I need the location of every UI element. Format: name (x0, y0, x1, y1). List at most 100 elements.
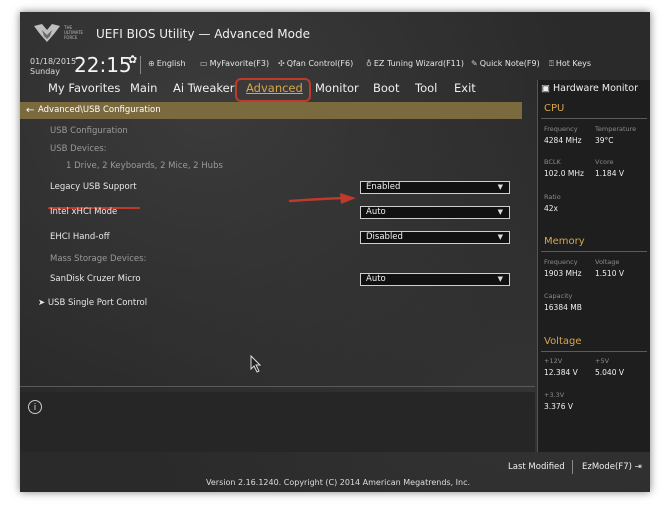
voltage-12v-label: +12V (544, 357, 563, 365)
breadcrumb-label: Advanced\USB Configuration (38, 105, 161, 115)
version-text: Version 2.16.1240. Copyright (C) 2014 Am… (206, 478, 471, 487)
ehci-handoff-value: Disabled (366, 232, 403, 242)
cpu-vcore-value: 1.184 V (595, 169, 624, 178)
voltage-5v-value: 5.040 V (595, 368, 624, 377)
tab-my-favorites[interactable]: My Favorites (48, 81, 120, 95)
date-display: 01/18/2015 Sunday (30, 57, 76, 77)
voltage-3v3-value: 3.376 V (544, 402, 573, 411)
ezmode-label: EzMode(F7) (582, 462, 632, 472)
memory-capacity-value: 16384 MB (544, 303, 582, 312)
note-icon: ✎ (471, 59, 478, 68)
cpu-ratio-value: 42x (544, 204, 558, 213)
separator (140, 56, 141, 74)
weekday: Sunday (30, 67, 60, 76)
info-icon: i (28, 400, 42, 414)
quick-note-button[interactable]: ✎ Quick Note(F9) (471, 59, 540, 68)
intel-xhci-mode-select[interactable]: Auto ▼ (360, 206, 510, 219)
tab-main[interactable]: Main (130, 81, 157, 95)
date: 01/18/2015 (30, 57, 77, 66)
fan-icon: ✣ (278, 59, 285, 68)
ehci-handoff-label[interactable]: EHCI Hand-off (50, 232, 110, 242)
breadcrumb[interactable]: ← Advanced\USB Configuration (20, 102, 522, 119)
tab-tool[interactable]: Tool (415, 81, 437, 95)
qfan-control-button[interactable]: ✣ Qfan Control(F6) (278, 59, 353, 68)
memory-voltage-value: 1.510 V (595, 269, 624, 278)
sandisk-cruzer-micro-value: Auto (366, 274, 386, 284)
help-area (20, 392, 535, 452)
memory-section-title: Memory (544, 236, 585, 247)
mass-storage-devices-heading: Mass Storage Devices: (50, 254, 147, 264)
bulb-icon: ♁ (366, 59, 372, 68)
memory-voltage-label: Voltage (595, 258, 620, 266)
divider (20, 386, 535, 387)
memory-capacity-label: Capacity (544, 292, 573, 300)
back-arrow-icon[interactable]: ← (26, 102, 34, 119)
separator (572, 460, 573, 474)
hardware-monitor-title: ▣ Hardware Monitor (541, 83, 638, 94)
legacy-usb-support-select[interactable]: Enabled ▼ (360, 181, 510, 194)
chevron-down-icon: ▼ (497, 233, 503, 241)
tab-monitor[interactable]: Monitor (315, 81, 359, 95)
usb-single-port-control-label: USB Single Port Control (47, 298, 148, 308)
usb-single-port-control-link[interactable]: ➤ USB Single Port Control (38, 298, 147, 308)
last-modified-button[interactable]: Last Modified (508, 462, 565, 472)
divider (541, 351, 647, 352)
tab-ai-tweaker[interactable]: Ai Tweaker (173, 81, 234, 95)
cpu-section-title: CPU (544, 103, 565, 114)
usb-configuration-heading: USB Configuration (50, 126, 128, 136)
sandisk-cruzer-micro-label[interactable]: SanDisk Cruzer Micro (50, 274, 141, 284)
usb-devices-summary: 1 Drive, 2 Keyboards, 2 Mice, 2 Hubs (66, 161, 223, 171)
app-title: UEFI BIOS Utility — Advanced Mode (96, 27, 310, 41)
tab-exit[interactable]: Exit (454, 81, 476, 95)
tuf-logo-icon (34, 24, 60, 42)
divider (541, 118, 647, 119)
folder-icon: ▭ (200, 59, 208, 68)
hot-keys-label: Hot Keys (555, 59, 592, 68)
intel-xhci-mode-label[interactable]: Intel xHCI Mode (50, 207, 117, 217)
monitor-icon: ▣ (541, 83, 553, 94)
voltage-5v-label: +5V (595, 357, 610, 365)
myfavorite-button[interactable]: ▭ MyFavorite(F3) (200, 59, 269, 68)
voltage-section-title: Voltage (544, 336, 582, 347)
cpu-temperature-label: Temperature (595, 125, 637, 133)
chevron-down-icon: ▼ (497, 275, 503, 283)
voltage-3v3-label: +3.3V (544, 391, 565, 399)
ez-tuning-wizard-label: EZ Tuning Wizard(F11) (373, 59, 464, 68)
cpu-vcore-label: Vcore (595, 158, 614, 166)
cpu-frequency-label: Frequency (544, 125, 578, 133)
legacy-usb-support-value: Enabled (366, 182, 401, 192)
red-arrow-annotation (288, 193, 356, 204)
cpu-bclk-value: 102.0 MHz (544, 169, 584, 178)
voltage-12v-value: 12.384 V (544, 368, 578, 377)
gear-icon[interactable]: ✿ (128, 53, 137, 66)
exit-icon: ⇥ (631, 462, 642, 472)
qfan-control-label: Qfan Control(F6) (286, 59, 354, 68)
memory-frequency-value: 1903 MHz (544, 269, 582, 278)
hot-keys-button[interactable]: ⍰ Hot Keys (549, 59, 591, 69)
language-button[interactable]: ⊕ English (148, 59, 186, 68)
cpu-temperature-value: 39°C (595, 136, 614, 145)
memory-frequency-label: Frequency (544, 258, 578, 266)
intel-xhci-mode-value: Auto (366, 207, 386, 217)
ezmode-button[interactable]: EzMode(F7) ⇥ (582, 462, 642, 472)
tab-advanced[interactable]: Advanced (246, 81, 303, 95)
time-display: 22:15 (74, 53, 132, 77)
cpu-ratio-label: Ratio (544, 193, 561, 201)
ez-tuning-wizard-button[interactable]: ♁ EZ Tuning Wizard(F11) (366, 59, 464, 68)
usb-devices-heading: USB Devices: (50, 144, 107, 154)
sandisk-cruzer-micro-select[interactable]: Auto ▼ (360, 273, 510, 286)
ehci-handoff-select[interactable]: Disabled ▼ (360, 231, 510, 244)
globe-icon: ⊕ (148, 59, 155, 68)
tab-boot[interactable]: Boot (373, 81, 399, 95)
divider (541, 251, 647, 252)
logo-text: THE ULTIMATE FORCE (64, 25, 84, 40)
hardware-monitor-label: Hardware Monitor (553, 83, 638, 94)
legacy-usb-support-label[interactable]: Legacy USB Support (50, 182, 137, 192)
chevron-down-icon: ▼ (497, 208, 503, 216)
myfavorite-label: MyFavorite(F3) (209, 59, 270, 68)
cpu-frequency-value: 4284 MHz (544, 136, 582, 145)
mouse-cursor-icon (250, 355, 262, 373)
cpu-bclk-label: BCLK (544, 158, 561, 166)
quick-note-label: Quick Note(F9) (479, 59, 540, 68)
bios-screen: THE ULTIMATE FORCE UEFI BIOS Utility — A… (20, 12, 650, 492)
